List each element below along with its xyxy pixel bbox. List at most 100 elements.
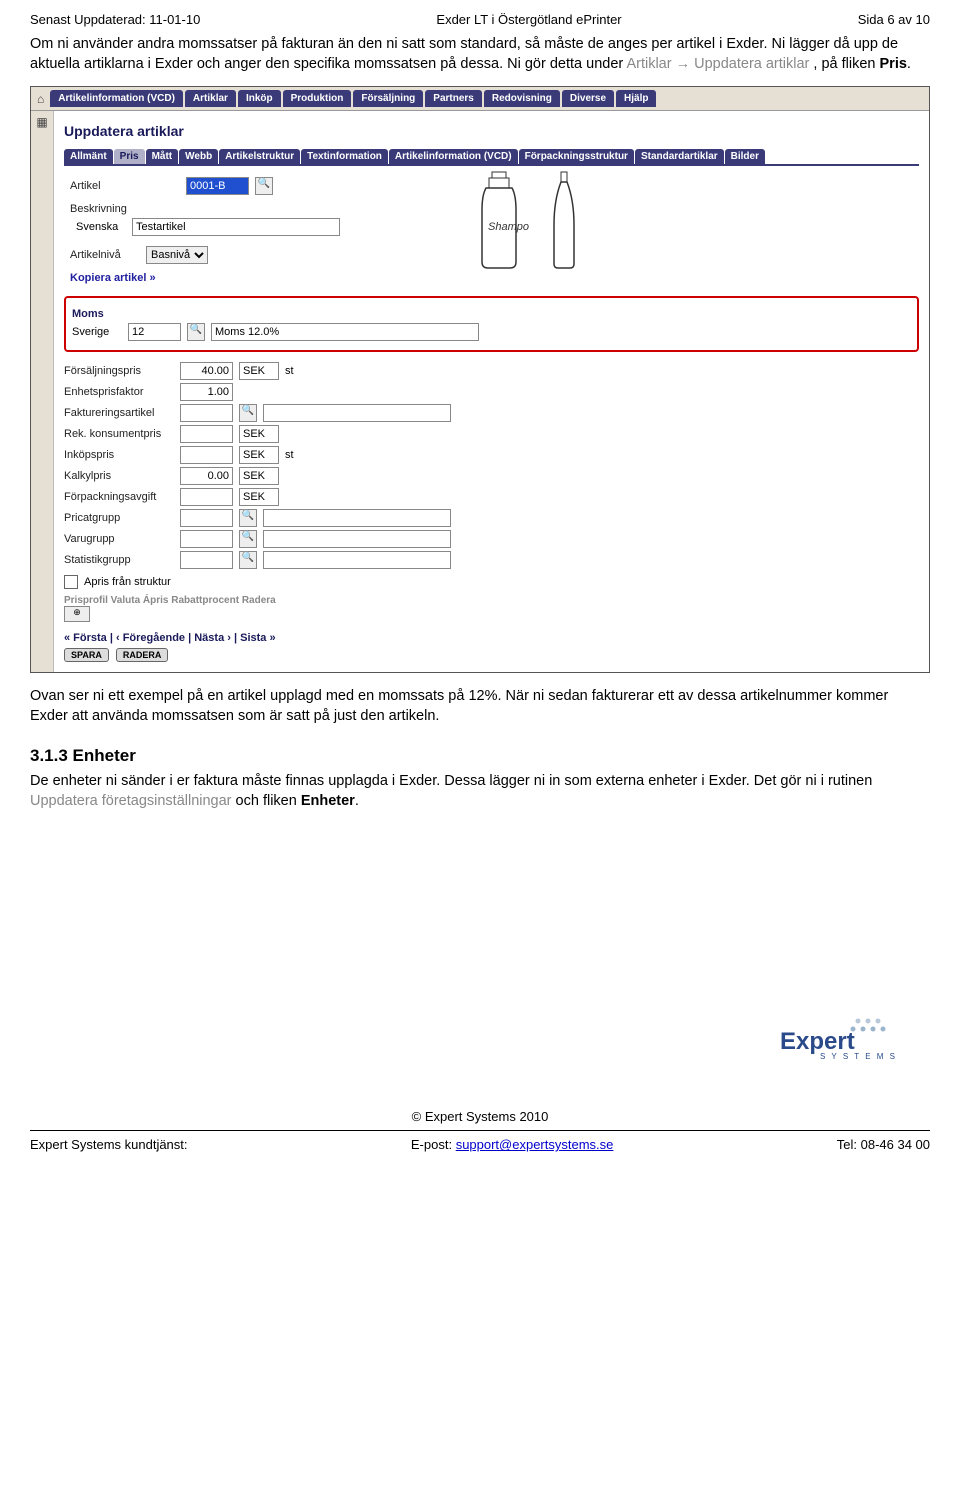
para1-tail: , på fliken xyxy=(813,56,879,72)
home-icon[interactable]: ⌂ xyxy=(37,92,44,106)
moms-header: Moms xyxy=(72,308,911,320)
menu-tab[interactable]: Diverse xyxy=(562,90,614,107)
row-value-input[interactable] xyxy=(180,404,233,422)
app-screenshot: ⌂ Artikelinformation (VCD)ArtiklarInköpP… xyxy=(30,86,930,673)
row-unit xyxy=(239,467,279,485)
svg-text:S Y S T E M S: S Y S T E M S xyxy=(820,1052,897,1061)
footer-right: Tel: 08-46 34 00 xyxy=(837,1137,930,1152)
row-value-input[interactable] xyxy=(180,530,233,548)
row-value-input[interactable] xyxy=(180,467,233,485)
row-value-input[interactable] xyxy=(180,383,233,401)
row-label: Statistikgrupp xyxy=(64,554,174,566)
delete-button[interactable]: RADERA xyxy=(116,648,169,662)
para3grey: Uppdatera företagsinställningar xyxy=(30,793,232,809)
price-row: Statistikgrupp 🔍 xyxy=(64,551,919,569)
search-icon[interactable]: 🔍 xyxy=(239,530,257,548)
menu-tab[interactable]: Redovisning xyxy=(484,90,560,107)
sverige-label: Sverige xyxy=(72,326,122,338)
add-row-button[interactable]: ⊕ xyxy=(64,606,90,622)
menu-tab[interactable]: Artiklar xyxy=(185,90,236,107)
price-row: Försäljningsprisst xyxy=(64,362,919,380)
menu-tab[interactable]: Artikelinformation (VCD) xyxy=(50,90,183,107)
row-label: Faktureringsartikel xyxy=(64,407,174,419)
row-suffix: st xyxy=(285,365,294,377)
main-panel: Uppdatera artiklar AllmäntPrisMåttWebbAr… xyxy=(54,111,929,672)
price-row: Faktureringsartikel 🔍 xyxy=(64,404,919,422)
artikel-input[interactable] xyxy=(186,177,249,195)
row-desc xyxy=(263,530,451,548)
apris-checkbox[interactable] xyxy=(64,575,78,589)
para1-grey: Artiklar → Uppdatera artiklar xyxy=(626,56,809,72)
row-value-input[interactable] xyxy=(180,446,233,464)
search-icon[interactable]: 🔍 xyxy=(187,323,205,341)
row-desc xyxy=(263,404,451,422)
menu-tab[interactable]: Inköp xyxy=(238,90,281,107)
sub-tab[interactable]: Webb xyxy=(179,149,218,164)
row-label: Pricatgrupp xyxy=(64,512,174,524)
sub-tab[interactable]: Textinformation xyxy=(301,149,388,164)
svenska-input[interactable] xyxy=(132,218,340,236)
paragraph-example: Ovan ser ni ett exempel på en artikel up… xyxy=(0,683,960,734)
row-unit xyxy=(239,488,279,506)
sub-tab[interactable]: Pris xyxy=(114,149,145,164)
sub-tab[interactable]: Mått xyxy=(146,149,179,164)
row-label: Enhetsprisfaktor xyxy=(64,386,174,398)
price-row: Rek. konsumentpris xyxy=(64,425,919,443)
search-icon[interactable]: 🔍 xyxy=(255,177,273,195)
footer-center: E-post: support@expertsystems.se xyxy=(411,1137,614,1152)
sub-tab[interactable]: Artikelstruktur xyxy=(219,149,300,164)
row-desc xyxy=(263,509,451,527)
sub-tab[interactable]: Artikelinformation (VCD) xyxy=(389,149,518,164)
product-images: Shampo xyxy=(464,170,584,270)
sub-tab[interactable]: Allmänt xyxy=(64,149,113,164)
form-top: Shampo Artikel 🔍 Beskrivning Svensk xyxy=(64,164,919,292)
page-title: Uppdatera artiklar xyxy=(64,123,919,139)
niva-label: Artikelnivå xyxy=(70,249,140,261)
menu-tab[interactable]: Försäljning xyxy=(353,90,423,107)
footer-left: Expert Systems kundtjänst: xyxy=(30,1137,188,1152)
header-center: Exder LT i Östergötland ePrinter xyxy=(436,12,621,27)
apris-label: Apris från struktur xyxy=(84,576,171,588)
search-icon[interactable]: 🔍 xyxy=(239,509,257,527)
sub-tab[interactable]: Bilder xyxy=(725,149,765,164)
doc-header: Senast Uppdaterad: 11-01-10 Exder LT i Ö… xyxy=(0,0,960,31)
price-row: Inköpsprisst xyxy=(64,446,919,464)
niva-select[interactable]: Basnivå xyxy=(146,246,208,264)
row-label: Varugrupp xyxy=(64,533,174,545)
kopiera-link[interactable]: Kopiera artikel » xyxy=(70,272,913,284)
page-footer: Expert S Y S T E M S © Expert Systems 20… xyxy=(0,1049,960,1172)
sub-tab[interactable]: Standardartiklar xyxy=(635,149,724,164)
topbar: ⌂ Artikelinformation (VCD)ArtiklarInköpP… xyxy=(31,87,929,111)
row-value-input[interactable] xyxy=(180,551,233,569)
row-value-input[interactable] xyxy=(180,362,233,380)
search-icon[interactable]: 🔍 xyxy=(239,551,257,569)
menu-tab[interactable]: Partners xyxy=(425,90,482,107)
menu-tabs: Artikelinformation (VCD)ArtiklarInköpPro… xyxy=(50,90,656,107)
row-value-input[interactable] xyxy=(180,509,233,527)
moms-box: Moms Sverige 🔍 xyxy=(64,296,919,352)
sverige-input[interactable] xyxy=(128,323,181,341)
para1-bold: Pris xyxy=(880,56,907,72)
paragraph-intro: Om ni använder andra momssatser på faktu… xyxy=(0,31,960,82)
search-icon[interactable]: 🔍 xyxy=(239,404,257,422)
artikel-label: Artikel xyxy=(70,180,180,192)
menu-tab[interactable]: Hjälp xyxy=(616,90,656,107)
svg-text:Expert: Expert xyxy=(780,1028,855,1055)
support-email-link[interactable]: support@expertsystems.se xyxy=(456,1137,614,1152)
grid-icon[interactable]: ▦ xyxy=(36,115,47,129)
save-button[interactable]: SPARA xyxy=(64,648,109,662)
bottle-icon xyxy=(544,170,584,270)
price-row: Enhetsprisfaktor xyxy=(64,383,919,401)
row-suffix: st xyxy=(285,449,294,461)
logo: Expert S Y S T E M S xyxy=(780,1015,900,1061)
menu-tab[interactable]: Produktion xyxy=(283,90,352,107)
row-value-input[interactable] xyxy=(180,488,233,506)
para3a: De enheter ni sänder i er faktura måste … xyxy=(30,773,872,789)
sverige-desc xyxy=(211,323,479,341)
record-nav[interactable]: « Första | ‹ Föregående | Nästa › | Sist… xyxy=(64,632,919,644)
para3b: och fliken xyxy=(236,793,301,809)
sub-tabs: AllmäntPrisMåttWebbArtikelstrukturTextin… xyxy=(64,149,919,164)
sub-tab[interactable]: Förpackningsstruktur xyxy=(519,149,634,164)
row-value-input[interactable] xyxy=(180,425,233,443)
copyright: © Expert Systems 2010 xyxy=(30,1109,930,1124)
